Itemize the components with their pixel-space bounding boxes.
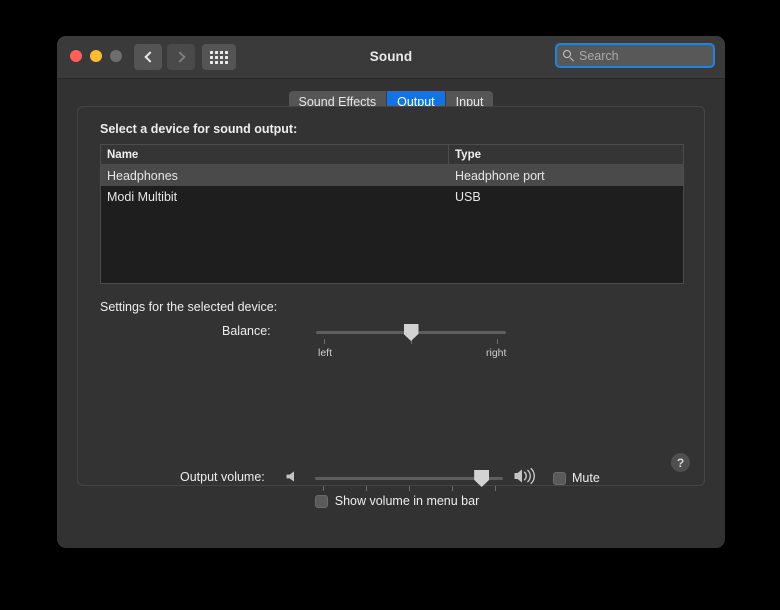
balance-label: Balance:: [222, 324, 271, 338]
search-icon: [563, 49, 575, 62]
table-row[interactable]: Headphones Headphone port: [101, 165, 683, 186]
volume-tick-4: [452, 486, 453, 491]
balance-tick-right: [497, 339, 498, 344]
balance-left-label: left: [318, 347, 333, 359]
speaker-low-icon: [285, 469, 300, 489]
device-table[interactable]: Name Type Headphones Headphone port Modi…: [100, 144, 684, 284]
table-row[interactable]: Modi Multibit USB: [101, 186, 683, 207]
show-volume-menubar-label: Show volume in menu bar: [334, 494, 480, 508]
search-input[interactable]: [579, 48, 707, 63]
show-volume-menubar-checkbox[interactable]: [314, 494, 328, 508]
mute-label: Mute: [572, 471, 600, 485]
balance-slider-thumb[interactable]: [403, 324, 419, 341]
column-header-type[interactable]: Type: [449, 145, 683, 164]
volume-tick-2: [366, 486, 367, 491]
balance-tick-left: [324, 339, 325, 344]
volume-tick-1: [323, 486, 324, 491]
mute-checkbox[interactable]: [553, 471, 566, 485]
volume-tick-5: [495, 486, 496, 491]
volume-tick-3: [409, 486, 410, 491]
show-volume-menubar-group[interactable]: Show volume in menu bar: [57, 494, 725, 508]
output-settings-panel: Select a device for sound output: Name T…: [77, 106, 705, 486]
sound-preferences-window: Sound Sound Effects Output Input Select …: [57, 36, 725, 548]
device-name: Headphones: [107, 168, 178, 183]
balance-right-label: right: [486, 347, 507, 359]
device-type: Headphone port: [455, 168, 545, 183]
search-field[interactable]: [555, 43, 715, 68]
device-name: Modi Multibit: [107, 189, 178, 204]
settings-section-label: Settings for the selected device:: [100, 300, 278, 314]
device-section-label: Select a device for sound output:: [100, 122, 298, 136]
window-titlebar: Sound: [57, 36, 725, 79]
mute-checkbox-group[interactable]: Mute: [553, 471, 600, 485]
speaker-high-icon: [513, 466, 539, 491]
column-header-name[interactable]: Name: [101, 145, 449, 164]
output-volume-label: Output volume:: [180, 470, 265, 484]
device-type: USB: [455, 189, 481, 204]
help-button[interactable]: ?: [671, 453, 690, 472]
table-header-row: Name Type: [101, 145, 683, 165]
